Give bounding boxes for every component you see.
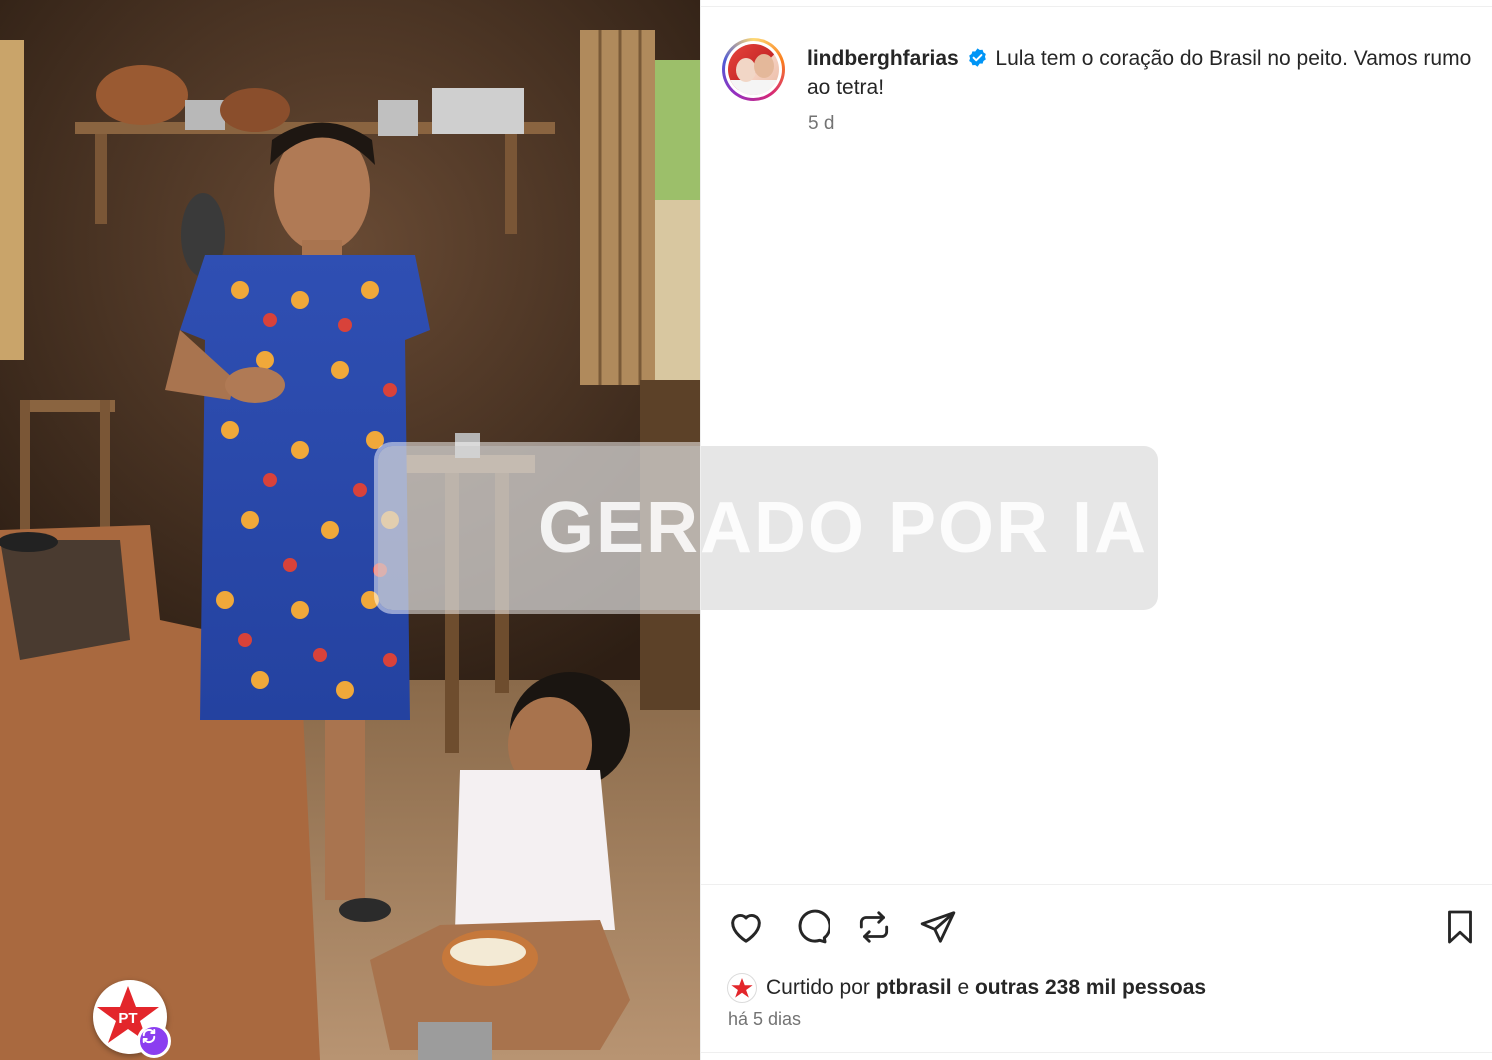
bookmark-icon <box>1448 910 1472 944</box>
likes-others-link[interactable]: outras 238 mil pessoas <box>975 976 1206 1000</box>
likes-prefix: Curtido por <box>766 976 870 999</box>
liker-avatar[interactable] <box>727 973 757 1003</box>
post-caption: lindberghfarias Lula tem o coração do Br… <box>807 44 1473 102</box>
share-icon <box>920 911 956 943</box>
author-avatar[interactable] <box>722 38 785 101</box>
author-username[interactable]: lindberghfarias <box>807 47 959 70</box>
likes-conjunction: e <box>957 976 970 999</box>
repost-button[interactable] <box>853 906 895 948</box>
likes-summary: Curtido por ptbrasil e outras 238 mil pe… <box>727 972 1206 1004</box>
repost-badge-icon <box>142 1028 156 1044</box>
comment-icon <box>798 909 830 944</box>
repost-icon <box>859 911 889 943</box>
post-relative-time[interactable]: 5 d <box>808 113 834 135</box>
liker-username[interactable]: ptbrasil <box>876 976 952 1000</box>
top-divider <box>701 6 1492 7</box>
pt-badge-text: PT <box>118 1010 137 1027</box>
post-date[interactable]: há 5 dias <box>728 1009 801 1030</box>
bottom-divider <box>701 1052 1492 1053</box>
pt-star-logo-icon <box>731 978 753 998</box>
avatar-image <box>728 44 779 95</box>
save-button[interactable] <box>1439 906 1481 948</box>
repost-badge <box>137 1024 171 1058</box>
like-button[interactable] <box>725 906 767 948</box>
heart-icon <box>731 914 761 943</box>
share-button[interactable] <box>917 906 959 948</box>
verified-badge-icon <box>968 48 986 67</box>
actions-divider <box>701 884 1492 885</box>
post-details-panel: lindberghfarias Lula tem o coração do Br… <box>700 0 1492 1060</box>
comment-button[interactable] <box>789 906 831 948</box>
